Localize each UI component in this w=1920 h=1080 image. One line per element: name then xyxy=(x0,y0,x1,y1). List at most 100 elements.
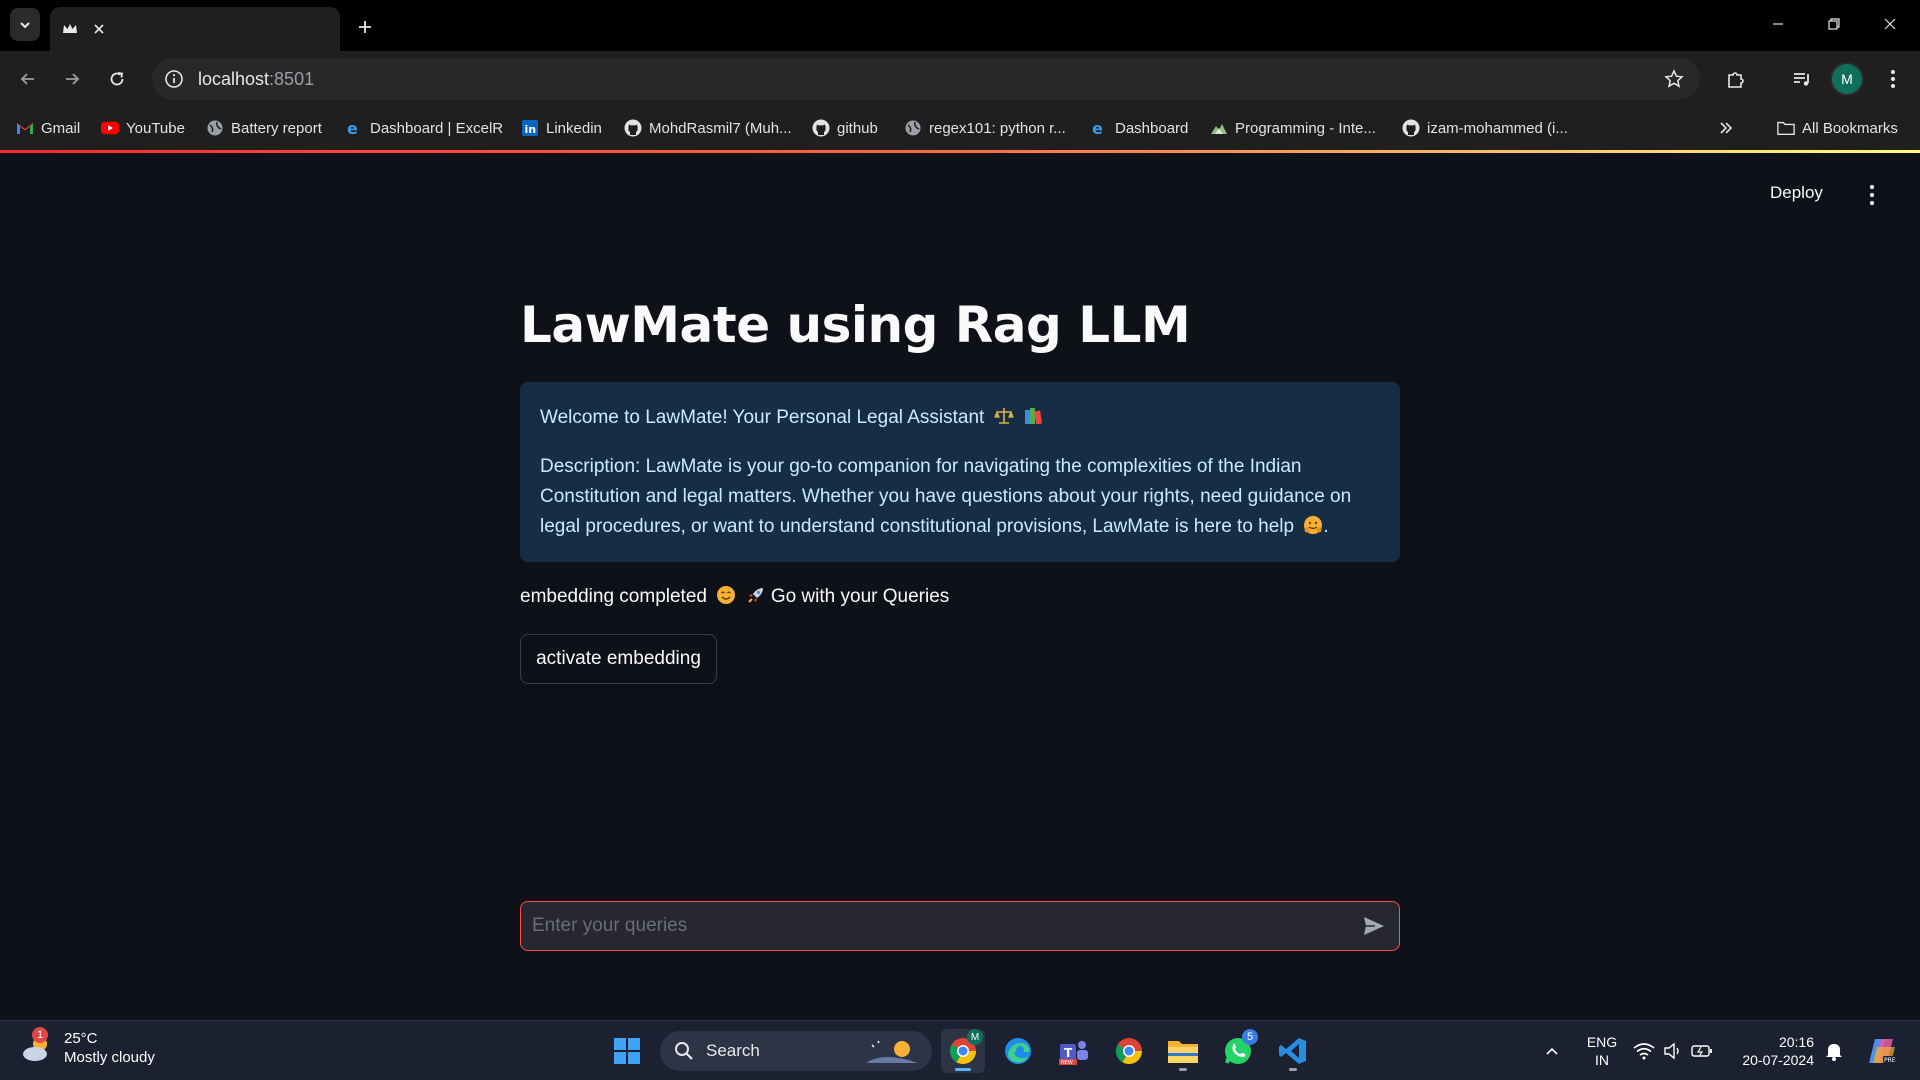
taskbar-search[interactable]: Search xyxy=(660,1031,932,1071)
reload-button[interactable] xyxy=(97,59,137,99)
copilot-button[interactable]: PRE xyxy=(1860,1029,1904,1073)
chrome-taskbar-icon[interactable]: M xyxy=(941,1029,985,1073)
weather-widget[interactable]: 1 25°C Mostly cloudy xyxy=(20,1027,155,1067)
chevron-up-icon xyxy=(1546,1047,1558,1055)
query-input[interactable] xyxy=(532,915,1349,937)
gmail-icon xyxy=(16,119,34,137)
bookmark-github[interactable]: github xyxy=(812,116,878,140)
language-indicator[interactable]: ENG IN xyxy=(1582,1033,1622,1069)
bookmark-dashboard[interactable]: e Dashboard xyxy=(1090,116,1188,140)
github-icon xyxy=(624,119,642,137)
folder-icon xyxy=(1777,119,1795,137)
bell-icon xyxy=(1826,1044,1842,1061)
whatsapp-taskbar-icon[interactable]: 5 xyxy=(1216,1029,1260,1073)
show-hidden-icons-button[interactable] xyxy=(1530,1029,1574,1073)
deploy-button[interactable]: Deploy xyxy=(1770,183,1823,203)
teams-icon: TNEW xyxy=(1059,1041,1088,1066)
menu-dot xyxy=(1870,201,1874,205)
media-controls-button[interactable] xyxy=(1782,59,1822,99)
svg-text:in: in xyxy=(525,123,537,136)
avatar: M xyxy=(1832,64,1862,94)
bookmark-linkedin[interactable]: in Linkedin xyxy=(521,116,602,140)
hugging-face-icon xyxy=(1304,516,1323,534)
app-menu-button[interactable] xyxy=(1862,183,1882,207)
send-button[interactable] xyxy=(1349,902,1399,950)
running-indicator xyxy=(1179,1068,1187,1071)
chrome-profile-badge: M xyxy=(967,1029,983,1045)
windows-logo-icon xyxy=(614,1038,640,1064)
bookmark-gmail[interactable]: Gmail xyxy=(16,116,80,140)
arrow-left-icon xyxy=(20,73,34,85)
forward-button[interactable] xyxy=(52,59,92,99)
menu-dot xyxy=(1870,193,1874,197)
svg-text:e: e xyxy=(347,119,358,137)
bookmark-programming[interactable]: Programming - Inte... xyxy=(1210,116,1376,140)
address-bar[interactable]: localhost:8501 xyxy=(152,58,1700,100)
whatsapp-badge: 5 xyxy=(1242,1029,1258,1045)
tab-search-button[interactable] xyxy=(10,8,40,41)
file-explorer-taskbar-icon[interactable] xyxy=(1161,1029,1205,1073)
teams-taskbar-icon[interactable]: T NEW xyxy=(1052,1029,1096,1073)
back-button[interactable] xyxy=(8,59,48,99)
bookmark-regex101[interactable]: regex101: python r... xyxy=(904,116,1066,140)
bookmark-mohdrasmil7[interactable]: MohdRasmil7 (Muh... xyxy=(624,116,792,140)
activate-embedding-button[interactable]: activate embedding xyxy=(520,634,717,684)
svg-text:e: e xyxy=(1092,119,1103,137)
bookmark-dashboard-excelr[interactable]: e Dashboard | ExcelR xyxy=(345,116,503,140)
edge-taskbar-icon[interactable] xyxy=(996,1029,1040,1073)
streamlit-crown-icon xyxy=(62,21,78,37)
puzzle-icon xyxy=(1728,72,1744,88)
new-tab-button[interactable] xyxy=(350,12,380,42)
profile-button[interactable]: M xyxy=(1827,59,1867,99)
description-line: Description: LawMate is your go-to compa… xyxy=(540,452,1380,542)
start-button[interactable] xyxy=(605,1029,649,1073)
restore-button[interactable] xyxy=(1806,0,1862,48)
extensions-button[interactable] xyxy=(1716,59,1756,99)
browser-menu-button[interactable] xyxy=(1873,59,1913,99)
svg-text:PRE: PRE xyxy=(1884,1057,1896,1064)
status-text: embedding completed xyxy=(520,586,707,607)
chevron-down-icon xyxy=(20,21,30,28)
all-bookmarks-button[interactable]: All Bookmarks xyxy=(1777,116,1898,140)
bookmark-youtube[interactable]: YouTube xyxy=(101,116,185,140)
search-label: Search xyxy=(706,1041,760,1060)
battery-icon xyxy=(1691,1045,1712,1057)
embedding-status: embedding completed Go with your Queries xyxy=(520,585,949,608)
minimize-icon xyxy=(1773,23,1783,25)
site-info-icon[interactable] xyxy=(162,67,186,91)
search-highlight-icon xyxy=(866,1040,918,1063)
svg-text:NEW: NEW xyxy=(1061,1060,1073,1066)
folder-icon xyxy=(1168,1041,1198,1063)
browser-tab-app[interactable]: app xyxy=(50,7,603,169)
quick-settings-button[interactable] xyxy=(1628,1029,1718,1073)
github-icon xyxy=(812,119,830,137)
vscode-taskbar-icon[interactable] xyxy=(1271,1029,1315,1073)
svg-text:T: T xyxy=(1064,1046,1073,1060)
bookmark-izam-mohammed[interactable]: izam-mohammed (i... xyxy=(1402,116,1568,140)
wifi-icon xyxy=(1633,1043,1655,1060)
browser-toolbar: localhost:8501 M xyxy=(0,51,1920,106)
books-icon xyxy=(1024,408,1042,425)
more-bookmarks-button[interactable] xyxy=(1718,116,1734,140)
notifications-button[interactable] xyxy=(1816,1029,1852,1073)
close-window-button[interactable] xyxy=(1862,0,1918,48)
url-port: :8501 xyxy=(269,68,315,89)
clock[interactable]: 20:16 20-07-2024 xyxy=(1734,1033,1814,1069)
bookmark-star-icon[interactable] xyxy=(1662,67,1686,91)
globe-icon xyxy=(206,119,224,137)
info-alert: Welcome to LawMate! Your Personal Legal … xyxy=(520,382,1400,562)
running-indicator xyxy=(1289,1068,1297,1071)
status-suffix: Go with your Queries xyxy=(770,586,950,607)
kebab-menu-icon xyxy=(1891,70,1895,88)
chrome-alt-taskbar-icon[interactable] xyxy=(1107,1029,1151,1073)
close-tab-icon[interactable] xyxy=(90,20,108,38)
chrome-icon xyxy=(1115,1038,1143,1065)
smiling-face-icon xyxy=(717,586,736,604)
bookmark-battery-report[interactable]: Battery report xyxy=(206,116,322,140)
weather-temp: 25°C xyxy=(64,1030,98,1047)
copilot-icon: PRE xyxy=(1869,1039,1896,1064)
description-text: Description: LawMate is your go-to compa… xyxy=(540,456,1352,537)
minimize-button[interactable] xyxy=(1750,0,1806,48)
windows-taskbar: 1 25°C Mostly cloudy Search M T NEW 5 EN… xyxy=(0,1020,1920,1080)
excelr-icon: e xyxy=(1090,119,1108,137)
